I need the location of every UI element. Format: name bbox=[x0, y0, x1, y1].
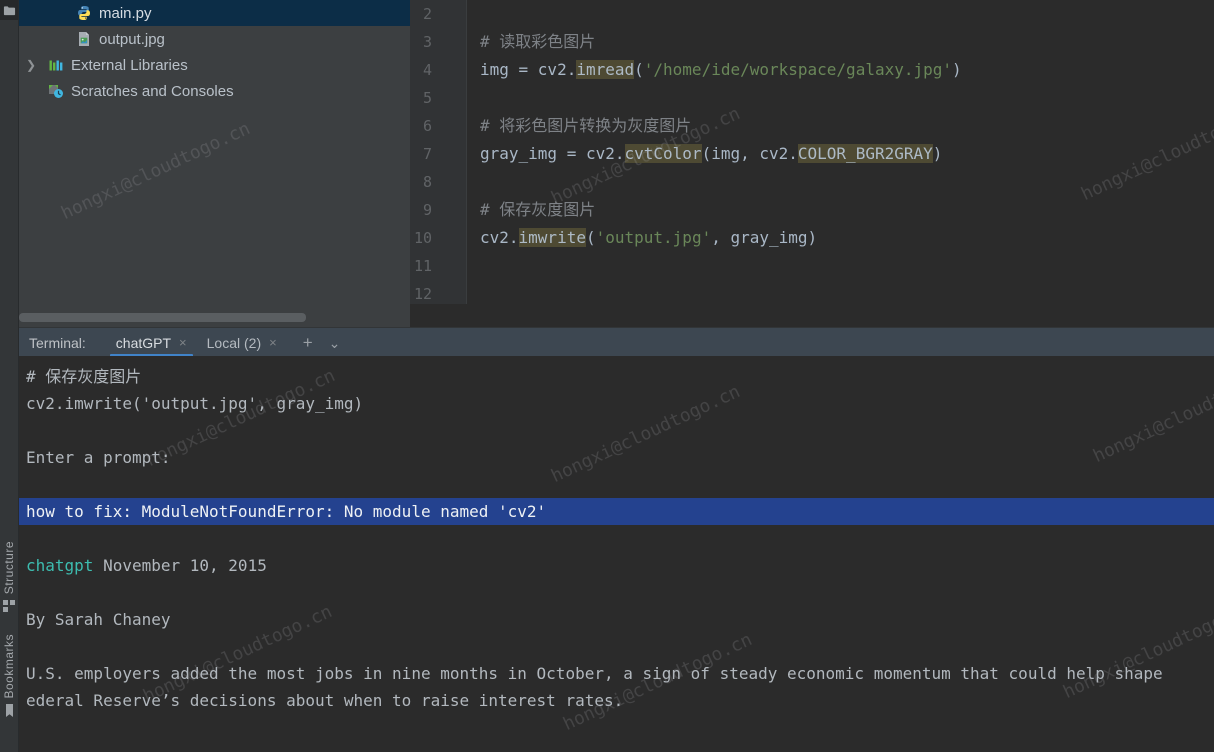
code-line-3: # 读取彩色图片 bbox=[480, 28, 1214, 56]
project-tool-button[interactable] bbox=[0, 0, 18, 20]
tree-item-label: main.py bbox=[99, 5, 152, 22]
close-icon[interactable]: × bbox=[269, 336, 277, 349]
terminal-line bbox=[19, 471, 1214, 498]
line-number[interactable]: 8 bbox=[410, 168, 432, 196]
tree-item-label: output.jpg bbox=[99, 31, 165, 48]
tree-item-main-py[interactable]: main.py bbox=[19, 0, 410, 26]
code-line-10: cv2.imwrite('output.jpg', gray_img) bbox=[480, 224, 1214, 252]
line-number[interactable]: 5 bbox=[410, 84, 432, 112]
close-icon[interactable]: × bbox=[179, 336, 187, 349]
terminal-line: cv2.imwrite('output.jpg', gray_img) bbox=[19, 390, 1214, 417]
code-line-2 bbox=[480, 0, 1214, 28]
tree-item-label: Scratches and Consoles bbox=[71, 83, 234, 100]
code-line-8 bbox=[480, 168, 1214, 196]
line-number[interactable]: 2 bbox=[410, 0, 432, 28]
code-line-11 bbox=[480, 252, 1214, 280]
structure-tool-button[interactable]: Structure bbox=[0, 541, 18, 612]
tree-item-scratches-and-consoles[interactable]: Scratches and Consoles bbox=[19, 78, 410, 104]
code-line-4: img = cv2.imread('/home/ide/workspace/ga… bbox=[480, 56, 1214, 84]
libraries-icon bbox=[48, 57, 71, 73]
left-tool-stripe: Structure Bookmarks bbox=[0, 0, 19, 752]
terminal-line: # 保存灰度图片 bbox=[19, 363, 1214, 390]
chevron-right-icon[interactable]: ❯ bbox=[26, 58, 36, 72]
terminal-output[interactable]: # 保存灰度图片cv2.imwrite('output.jpg', gray_i… bbox=[19, 356, 1214, 752]
tab-label: chatGPT bbox=[116, 335, 171, 351]
tab-label: Local (2) bbox=[207, 335, 261, 351]
code-editor[interactable]: 23456789101112 # 读取彩色图片img = cv2.imread(… bbox=[410, 0, 1214, 327]
line-number[interactable]: 11 bbox=[410, 252, 432, 280]
code-line-9: # 保存灰度图片 bbox=[480, 196, 1214, 224]
structure-label: Structure bbox=[2, 541, 16, 594]
project-tree-panel: main.py output.jpg ❯ External Libraries Scra… bbox=[19, 0, 410, 327]
bookmarks-tool-button[interactable]: Bookmarks bbox=[0, 634, 18, 717]
code-line-7: gray_img = cv2.cvtColor(img, cv2.COLOR_B… bbox=[480, 140, 1214, 168]
terminal-line: U.S. employers added the most jobs in ni… bbox=[19, 660, 1214, 687]
terminal-line: ederal Reserve’s decisions about when to… bbox=[19, 687, 1214, 714]
terminal-line: Enter a prompt: bbox=[19, 444, 1214, 471]
code-line-5 bbox=[480, 84, 1214, 112]
terminal-line bbox=[19, 633, 1214, 660]
terminal-tab-local-2-[interactable]: Local (2) × bbox=[197, 328, 287, 357]
terminal-selected-line: how to fix: ModuleNotFoundError: No modu… bbox=[19, 498, 1214, 525]
terminal-line bbox=[19, 525, 1214, 552]
code-line-12 bbox=[480, 280, 1214, 304]
line-number[interactable]: 6 bbox=[410, 112, 432, 140]
scratches-icon bbox=[48, 83, 71, 99]
terminal-title: Terminal: bbox=[29, 335, 86, 351]
line-number[interactable]: 12 bbox=[410, 280, 432, 304]
tree-item-external-libraries[interactable]: ❯ External Libraries bbox=[19, 52, 410, 78]
terminal-line: By Sarah Chaney bbox=[19, 606, 1214, 633]
folder-icon bbox=[3, 4, 16, 17]
add-terminal-icon[interactable]: + bbox=[303, 334, 313, 351]
terminal-tab-chatgpt[interactable]: chatGPT × bbox=[106, 328, 197, 357]
terminal-line bbox=[19, 579, 1214, 606]
code-line-6: # 将彩色图片转换为灰度图片 bbox=[480, 112, 1214, 140]
terminal-line: chatgpt November 10, 2015 bbox=[19, 552, 1214, 579]
python-icon bbox=[76, 5, 99, 21]
line-number[interactable]: 7 bbox=[410, 140, 432, 168]
chevron-down-icon[interactable]: ⌄ bbox=[329, 336, 341, 350]
line-number[interactable]: 10 bbox=[410, 224, 432, 252]
editor-gutter[interactable]: 23456789101112 bbox=[410, 0, 467, 304]
tree-item-output-jpg[interactable]: output.jpg bbox=[19, 26, 410, 52]
structure-icon bbox=[3, 599, 16, 612]
editor-code-area[interactable]: # 读取彩色图片img = cv2.imread('/home/ide/work… bbox=[467, 0, 1214, 304]
line-number[interactable]: 9 bbox=[410, 196, 432, 224]
bookmarks-label: Bookmarks bbox=[2, 634, 16, 699]
bookmark-icon bbox=[3, 704, 16, 717]
project-horizontal-scrollbar[interactable] bbox=[19, 313, 306, 322]
line-number[interactable]: 4 bbox=[410, 56, 432, 84]
ide-window: Structure Bookmarks main.py output.jpg ❯ Ex… bbox=[0, 0, 1214, 752]
tree-item-label: External Libraries bbox=[71, 57, 188, 74]
line-number[interactable]: 3 bbox=[410, 28, 432, 56]
image-file-icon bbox=[76, 31, 99, 47]
terminal-tabbar: Terminal: chatGPT × Local (2) × + ⌄ bbox=[19, 327, 1214, 357]
terminal-line bbox=[19, 417, 1214, 444]
